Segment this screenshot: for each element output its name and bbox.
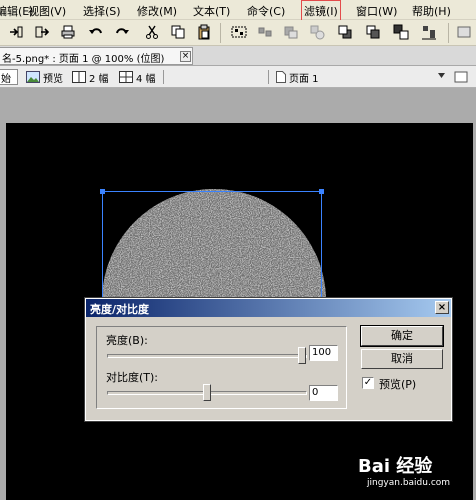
- toolbar-separator: [448, 23, 449, 43]
- print-icon[interactable]: [60, 24, 76, 40]
- two-up-icon: [72, 71, 86, 83]
- preview-view-label: 预览: [43, 73, 63, 85]
- selection-handle[interactable]: [100, 189, 105, 194]
- redo-icon[interactable]: [114, 24, 130, 40]
- brightness-slider-thumb[interactable]: [298, 347, 306, 364]
- view-bar-separator: [268, 70, 269, 84]
- copy-icon[interactable]: [170, 24, 186, 40]
- document-tab-title: 名-5.png* : 页面 1 @ 100% (位图): [2, 54, 165, 65]
- contrast-label: 对比度(T):: [106, 371, 159, 384]
- original-view-label: 始: [1, 73, 11, 85]
- menu-help[interactable]: 帮助(H): [412, 3, 451, 19]
- four-up-icon: [119, 71, 133, 83]
- selection-handle[interactable]: [319, 189, 324, 194]
- contrast-input[interactable]: 0: [309, 385, 338, 401]
- more-tools-icon[interactable]: [456, 24, 472, 40]
- baidu-watermark-url: jingyan.baidu.com: [367, 478, 451, 488]
- menu-text[interactable]: 文本(T): [193, 3, 230, 19]
- original-view-button[interactable]: 始: [0, 69, 18, 85]
- preview-view-button[interactable]: 预览: [26, 69, 63, 85]
- preview-image-icon: [26, 71, 40, 83]
- close-icon[interactable]: ×: [180, 51, 191, 62]
- page-dropdown-icon[interactable]: [438, 73, 445, 78]
- brightness-input[interactable]: 100: [309, 345, 338, 361]
- page-label: 页面 1: [289, 73, 319, 85]
- align-icon[interactable]: [421, 24, 437, 40]
- four-up-view-label: 4 幅: [136, 73, 156, 85]
- close-icon[interactable]: ×: [435, 301, 449, 314]
- two-up-view-label: 2 幅: [89, 73, 109, 85]
- cut-icon[interactable]: [144, 24, 160, 40]
- noise-texture: [102, 189, 326, 301]
- document-tab-bar: 名-5.png* : 页面 1 @ 100% (位图) ×: [0, 46, 476, 66]
- preview-checkbox[interactable]: ✓: [362, 377, 374, 389]
- adjustment-group: 亮度(B): 100 对比度(T): 0: [96, 326, 347, 409]
- menu-select[interactable]: 选择(S): [83, 3, 121, 19]
- ungroup-icon[interactable]: [257, 24, 273, 40]
- dialog-title: 亮度/对比度: [90, 303, 150, 316]
- bring-forward-icon[interactable]: [337, 24, 353, 40]
- baidu-watermark: Bai 经验: [358, 456, 433, 477]
- brightness-label: 亮度(B):: [106, 334, 148, 347]
- four-up-view-button[interactable]: 4 幅: [119, 69, 156, 85]
- export-icon[interactable]: [34, 24, 50, 40]
- join-icon[interactable]: [283, 24, 299, 40]
- dialog-title-bar[interactable]: 亮度/对比度 ×: [86, 299, 451, 317]
- menu-view[interactable]: 视图(V): [28, 3, 66, 19]
- view-bar: 始 预览 2 幅 4 幅 页面 1: [0, 66, 476, 88]
- page-icon: [276, 71, 286, 83]
- split-icon[interactable]: [309, 24, 325, 40]
- brightness-slider-track[interactable]: [107, 347, 307, 364]
- brightness-contrast-dialog: 亮度/对比度 × 亮度(B): 100 对比度(T): 0 确定 取消 ✓ 预览…: [84, 297, 453, 422]
- page-options-icon[interactable]: [454, 70, 468, 84]
- group-icon[interactable]: [231, 24, 247, 40]
- menu-commands[interactable]: 命令(C): [247, 3, 285, 19]
- two-up-view-button[interactable]: 2 幅: [72, 69, 109, 85]
- page-selector[interactable]: 页面 1: [276, 69, 319, 85]
- menu-modify[interactable]: 修改(M): [137, 3, 177, 19]
- document-tab[interactable]: 名-5.png* : 页面 1 @ 100% (位图) ×: [0, 47, 193, 65]
- send-to-back-icon[interactable]: [393, 24, 409, 40]
- paste-icon[interactable]: [196, 24, 212, 40]
- contrast-slider-track[interactable]: [107, 384, 307, 401]
- undo-icon[interactable]: [88, 24, 104, 40]
- preview-checkbox-label[interactable]: 预览(P): [379, 376, 416, 392]
- menu-window[interactable]: 窗口(W): [356, 3, 397, 19]
- toolbar-separator: [220, 23, 221, 43]
- view-bar-separator: [163, 70, 164, 84]
- contrast-slider-thumb[interactable]: [203, 384, 211, 401]
- main-toolbar: [0, 20, 476, 46]
- menu-filters[interactable]: 滤镜(I): [301, 0, 341, 22]
- send-backward-icon[interactable]: [365, 24, 381, 40]
- menu-bar: 编辑(E) 视图(V) 选择(S) 修改(M) 文本(T) 命令(C) 滤镜(I…: [0, 0, 476, 22]
- import-icon[interactable]: [8, 24, 24, 40]
- cancel-button[interactable]: 取消: [361, 349, 443, 369]
- ok-button[interactable]: 确定: [360, 325, 444, 347]
